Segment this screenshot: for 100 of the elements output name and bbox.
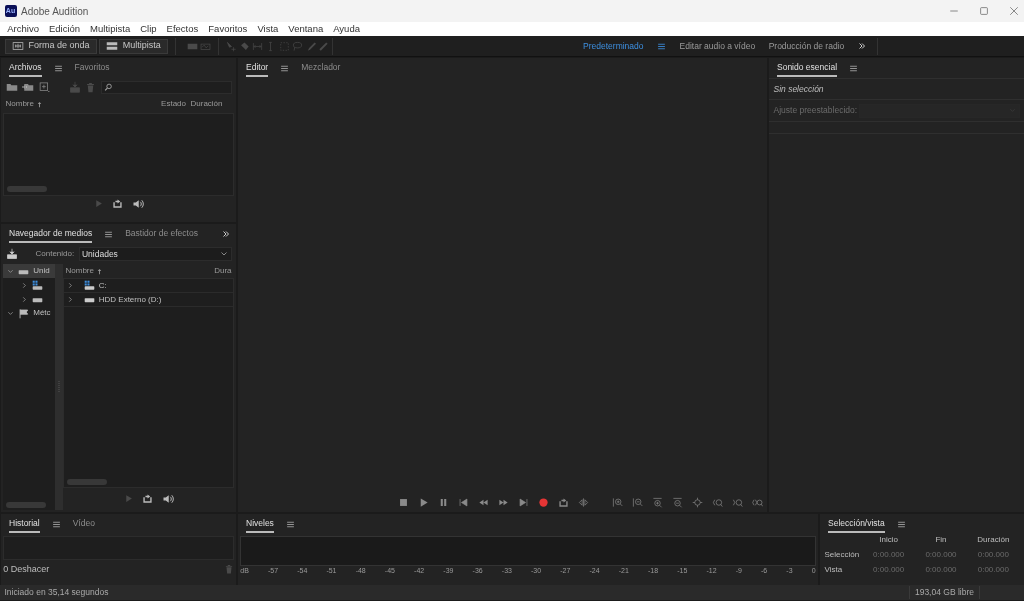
zoom-out-icon[interactable] <box>671 496 683 508</box>
tree-item[interactable]: Unid <box>3 264 56 278</box>
panel-title: Selección/vista <box>828 514 885 534</box>
panel-menu-icon[interactable] <box>285 519 295 529</box>
search-field[interactable] <box>100 80 232 94</box>
zoom-out-point-icon[interactable] <box>731 496 743 508</box>
selection-status: Sin selección <box>773 82 824 96</box>
row-label: Selección <box>824 549 861 561</box>
column-header: Duración <box>976 534 1011 546</box>
panel-tab[interactable]: Mezclador <box>301 58 341 78</box>
import-icon[interactable] <box>22 81 34 93</box>
move-tool-icon[interactable] <box>225 40 237 52</box>
column-header[interactable]: Nombre <box>65 265 94 277</box>
zoom-selection-icon[interactable] <box>751 496 763 508</box>
speaker-icon[interactable] <box>131 197 144 210</box>
menu-item[interactable]: Favoritos <box>203 22 253 36</box>
row-label: Vista <box>824 564 844 576</box>
panel-tab[interactable]: Favoritos <box>74 58 110 78</box>
flag-icon <box>18 307 30 319</box>
workspace-tab[interactable]: Editar audio a vídeo <box>679 39 756 53</box>
zoom-out-icon[interactable] <box>631 496 643 508</box>
panel-menu-icon[interactable] <box>280 63 290 73</box>
column-header[interactable]: Estado <box>161 98 186 111</box>
menu-item[interactable]: Efectos <box>161 22 204 36</box>
scrollbar-thumb[interactable] <box>66 478 107 485</box>
workspace-tab[interactable]: Producción de radio <box>768 39 845 53</box>
column-header[interactable]: Dura <box>214 265 232 277</box>
workspace-tab[interactable]: Predeterminado <box>583 39 644 53</box>
menu-item[interactable]: Edición <box>43 22 86 36</box>
import-icon[interactable] <box>5 248 18 260</box>
speaker-icon[interactable] <box>161 492 174 505</box>
panel-tab[interactable]: Navegador de medios <box>9 224 93 244</box>
zoom-in-icon[interactable] <box>651 496 663 508</box>
close-icon[interactable] <box>1007 5 1020 17</box>
drive-icon <box>32 279 44 291</box>
column-header: Inicio <box>878 534 899 546</box>
caret-icon <box>220 250 229 258</box>
panel-menu-icon[interactable] <box>51 519 61 529</box>
panel-tab[interactable]: Editor <box>246 58 269 78</box>
panel-menu-icon[interactable] <box>104 229 114 239</box>
menu-item[interactable]: Ayuda <box>328 22 365 36</box>
column-header[interactable]: Duración <box>190 98 223 111</box>
panel-tab[interactable]: Bastidor de efectos <box>125 224 198 244</box>
trash-icon[interactable] <box>85 81 96 93</box>
splitter-handle[interactable] <box>55 264 64 510</box>
content-label: Contenido: <box>35 248 75 260</box>
skip-forward-icon[interactable] <box>518 496 529 508</box>
panel-tab[interactable]: Historial <box>9 514 40 534</box>
loop-icon[interactable] <box>111 198 123 210</box>
menu-item[interactable]: Archivo <box>2 22 44 36</box>
overflow-icon[interactable] <box>857 42 866 50</box>
menu-icon[interactable] <box>657 41 667 51</box>
panel-tab[interactable]: Vídeo <box>72 514 95 534</box>
maximize-icon[interactable] <box>977 5 990 17</box>
new-file-icon[interactable] <box>38 81 51 93</box>
panel-menu-icon[interactable] <box>896 519 906 529</box>
pause-icon[interactable] <box>438 496 449 508</box>
disk-space: 193,04 GB libre <box>909 586 980 599</box>
panel-menu-icon[interactable] <box>849 63 858 73</box>
play-icon[interactable] <box>418 496 429 508</box>
waveform-icon <box>11 40 24 52</box>
record-icon[interactable] <box>538 496 549 508</box>
trash-icon[interactable] <box>223 564 234 575</box>
column-header[interactable]: Nombre <box>5 98 34 111</box>
overflow-icon[interactable] <box>221 230 230 238</box>
skip-back-icon[interactable] <box>458 496 469 508</box>
skip-selection-icon[interactable] <box>578 496 589 508</box>
zoom-in-icon[interactable] <box>611 496 623 508</box>
menu-item[interactable]: Multipista <box>85 22 136 36</box>
folder-icon[interactable] <box>5 81 18 93</box>
column-header: Fin <box>934 534 948 546</box>
panel-title: Sonido esencial <box>777 58 837 78</box>
menu-item[interactable]: Ventana <box>283 22 329 36</box>
loop-icon[interactable] <box>558 496 569 508</box>
scrollbar-thumb[interactable] <box>5 501 46 508</box>
zoom-in-point-icon[interactable] <box>711 496 723 508</box>
tracks-icon <box>105 40 118 52</box>
search-icon <box>103 82 113 92</box>
tree-item[interactable]: Métc <box>3 306 56 320</box>
browser-row[interactable]: C: <box>64 279 233 293</box>
drive-icon <box>83 280 95 291</box>
sort-arrow-icon[interactable] <box>36 100 44 108</box>
panel-tab[interactable]: Archivos <box>9 58 42 78</box>
loop-icon[interactable] <box>141 493 153 505</box>
zoom-full-icon[interactable] <box>691 496 703 508</box>
view-button[interactable]: Forma de onda <box>4 38 97 54</box>
view-button[interactable]: Multipista <box>98 38 168 54</box>
panel-title: Niveles <box>246 514 274 534</box>
menu-item[interactable]: Clip <box>135 22 162 36</box>
preset-label: Ajuste preestablecido: <box>773 104 858 117</box>
scrollbar-thumb[interactable] <box>6 186 47 193</box>
content-dropdown[interactable]: Unidades <box>78 247 232 261</box>
sort-arrow-icon[interactable] <box>96 267 104 275</box>
undo-count: 0 Deshacer <box>3 562 50 576</box>
browser-row[interactable]: HDD Externo (D:) <box>64 293 233 307</box>
export-icon[interactable] <box>68 81 81 93</box>
stop-icon[interactable] <box>398 496 409 508</box>
panel-menu-icon[interactable] <box>53 63 63 73</box>
window-title: Adobe Audition <box>21 4 89 19</box>
menu-item[interactable]: Vista <box>252 22 284 36</box>
